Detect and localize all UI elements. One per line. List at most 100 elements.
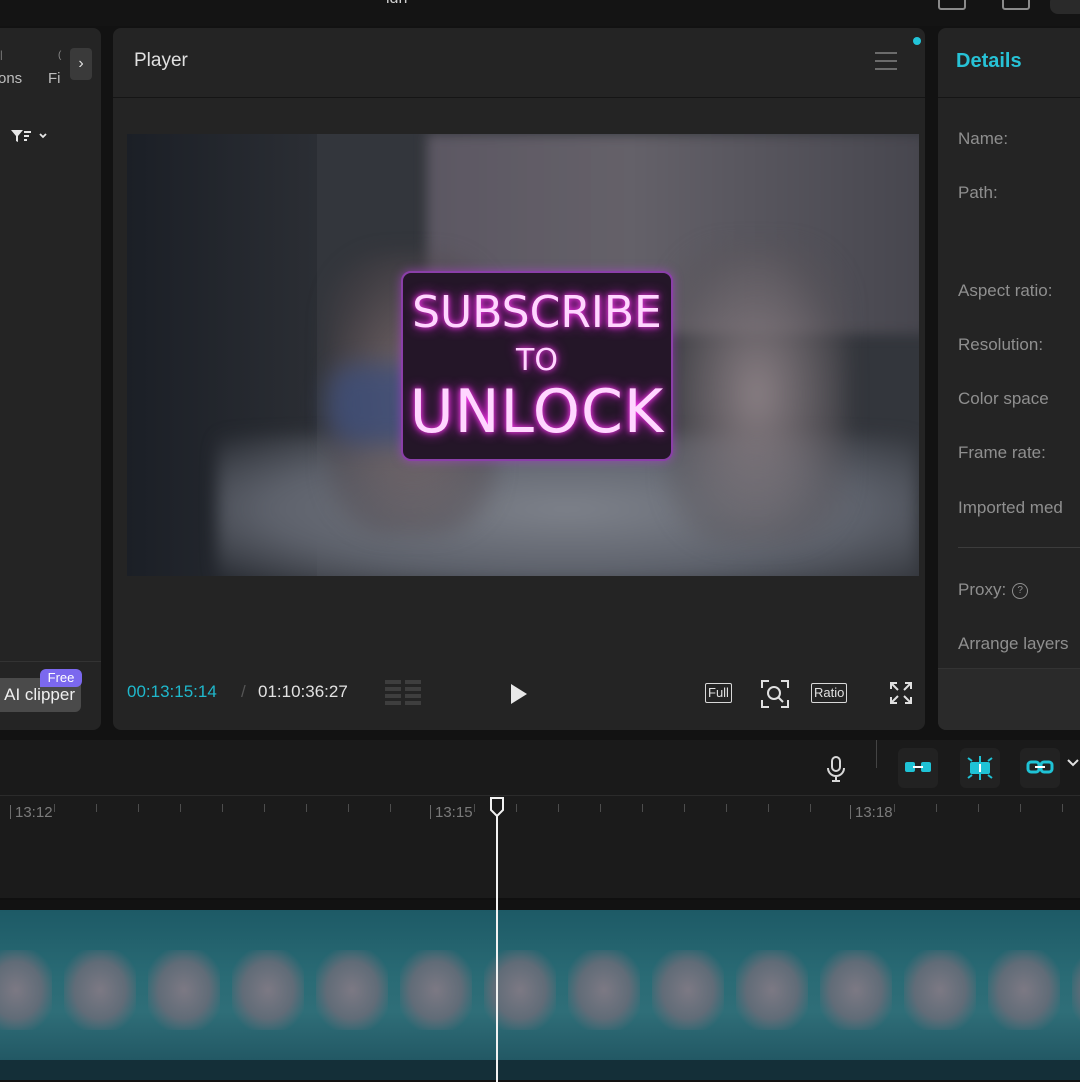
top-bar: ldh bbox=[0, 0, 1080, 26]
filter-icon[interactable] bbox=[10, 128, 50, 147]
clip-thumbnail bbox=[232, 950, 304, 1030]
ruler-tick bbox=[558, 804, 559, 812]
playhead[interactable] bbox=[496, 812, 498, 1082]
ruler-tick bbox=[390, 804, 391, 812]
clip-thumbnail bbox=[652, 950, 724, 1030]
notification-dot bbox=[913, 37, 921, 45]
ruler-label: 13:18 bbox=[850, 804, 893, 821]
free-badge: Free bbox=[40, 669, 82, 687]
details-panel: Details Name: Path: Aspect ratio: Resolu… bbox=[938, 28, 1080, 730]
clip-thumbnail bbox=[568, 950, 640, 1030]
tab-captions[interactable]: ons bbox=[0, 70, 22, 87]
ruler-tick bbox=[1020, 804, 1021, 812]
ruler-tick bbox=[642, 804, 643, 812]
split-icon[interactable] bbox=[960, 748, 1000, 788]
label-name: Name: bbox=[958, 129, 1009, 148]
help-icon[interactable]: ? bbox=[1012, 582, 1029, 599]
grid-icon[interactable] bbox=[385, 680, 423, 706]
ruler-label: 13:12 bbox=[10, 804, 53, 821]
details-footer bbox=[938, 668, 1080, 730]
current-timecode: 00:13:15:14 bbox=[127, 682, 217, 701]
layout-icon[interactable] bbox=[938, 0, 966, 10]
clip-thumbnail bbox=[400, 950, 472, 1030]
ruler-tick bbox=[222, 804, 223, 812]
clip-thumbnail bbox=[316, 950, 388, 1030]
ruler-label: 13:15 bbox=[430, 804, 473, 821]
tab-icon-filters: ( bbox=[58, 50, 62, 61]
chevron-down-icon[interactable] bbox=[1066, 756, 1080, 775]
window-icon[interactable] bbox=[1002, 0, 1030, 10]
divider bbox=[958, 547, 1080, 548]
clip-thumbnail bbox=[988, 950, 1060, 1030]
video-track-clip[interactable] bbox=[0, 910, 1080, 1080]
playhead-handle[interactable] bbox=[489, 797, 505, 818]
divider bbox=[938, 97, 1080, 98]
auto-snap-button[interactable] bbox=[898, 748, 938, 788]
play-icon[interactable] bbox=[511, 684, 527, 704]
clip-thumbnail bbox=[736, 950, 808, 1030]
fullscreen-icon[interactable] bbox=[889, 681, 913, 705]
tab-icon-captions: | bbox=[0, 50, 3, 61]
clip-thumbnail bbox=[0, 950, 52, 1030]
total-timecode: 01:10:36:27 bbox=[258, 682, 348, 701]
label-imported-media: Imported med bbox=[958, 498, 1063, 517]
divider bbox=[0, 898, 1080, 900]
video-preview[interactable]: SUBSCRIBE TO UNLOCK bbox=[127, 134, 919, 576]
clip-thumbnail bbox=[820, 950, 892, 1030]
ruler-tick bbox=[96, 804, 97, 812]
link-icon[interactable] bbox=[1020, 748, 1060, 788]
hamburger-menu-icon[interactable] bbox=[875, 52, 897, 76]
overlay-line-3: UNLOCK bbox=[409, 377, 665, 447]
tab-details[interactable]: Details bbox=[956, 50, 1022, 73]
ruler-tick bbox=[978, 804, 979, 812]
divider bbox=[0, 661, 101, 662]
label-proxy: Proxy:? bbox=[958, 580, 1029, 600]
ruler-tick bbox=[348, 804, 349, 812]
ruler-tick bbox=[1062, 804, 1063, 812]
clip-thumbnail bbox=[1072, 950, 1080, 1030]
timeline-ruler[interactable]: 13:12 13:15 13:18 bbox=[0, 796, 1080, 900]
full-button[interactable]: Full bbox=[705, 683, 732, 703]
ruler-tick bbox=[306, 804, 307, 812]
ruler-tick bbox=[810, 804, 811, 812]
clip-thumbnail bbox=[148, 950, 220, 1030]
proxy-label-text: Proxy: bbox=[958, 580, 1007, 599]
ruler-tick bbox=[936, 804, 937, 812]
timeline-toolbar bbox=[0, 740, 1080, 796]
label-resolution: Resolution: bbox=[958, 335, 1044, 354]
ruler-tick bbox=[474, 804, 475, 812]
tab-filters[interactable]: Fi bbox=[48, 70, 61, 87]
audio-strip bbox=[0, 1060, 1080, 1080]
timecode-separator: / bbox=[241, 682, 246, 701]
window-title: ldh bbox=[386, 0, 407, 8]
subscribe-overlay: SUBSCRIBE TO UNLOCK bbox=[401, 271, 673, 461]
ruler-tick bbox=[684, 804, 685, 812]
ruler-tick bbox=[180, 804, 181, 812]
clip-thumbnail bbox=[484, 950, 556, 1030]
zoom-scope-icon[interactable] bbox=[761, 680, 789, 708]
overlay-line-1: SUBSCRIBE bbox=[412, 287, 662, 338]
panel-title: Player bbox=[134, 50, 188, 71]
label-color-space: Color space bbox=[958, 389, 1049, 408]
media-panel: ons Fi | ( › AI clipper Free bbox=[0, 28, 101, 730]
ruler-tick bbox=[726, 804, 727, 812]
clip-thumbnail bbox=[904, 950, 976, 1030]
divider bbox=[113, 97, 925, 98]
microphone-icon[interactable] bbox=[826, 756, 846, 787]
overlay-line-2: TO bbox=[516, 343, 558, 378]
label-arrange-layers: Arrange layers bbox=[958, 634, 1069, 653]
chevron-right-icon[interactable]: › bbox=[70, 48, 92, 80]
ratio-button[interactable]: Ratio bbox=[811, 683, 848, 703]
ruler-tick bbox=[600, 804, 601, 812]
video-bg-figure-right bbox=[667, 244, 847, 544]
account-button[interactable] bbox=[1050, 0, 1080, 14]
ruler-tick bbox=[768, 804, 769, 812]
label-aspect-ratio: Aspect ratio: bbox=[958, 281, 1053, 300]
ruler-tick bbox=[138, 804, 139, 812]
ruler-tick bbox=[264, 804, 265, 812]
label-path: Path: bbox=[958, 183, 998, 202]
player-panel: Player SUBSCRIBE TO UNLOCK 00:13:15:14 /… bbox=[113, 28, 925, 730]
clip-thumbnail bbox=[64, 950, 136, 1030]
ruler-tick bbox=[894, 804, 895, 812]
divider bbox=[876, 740, 877, 768]
